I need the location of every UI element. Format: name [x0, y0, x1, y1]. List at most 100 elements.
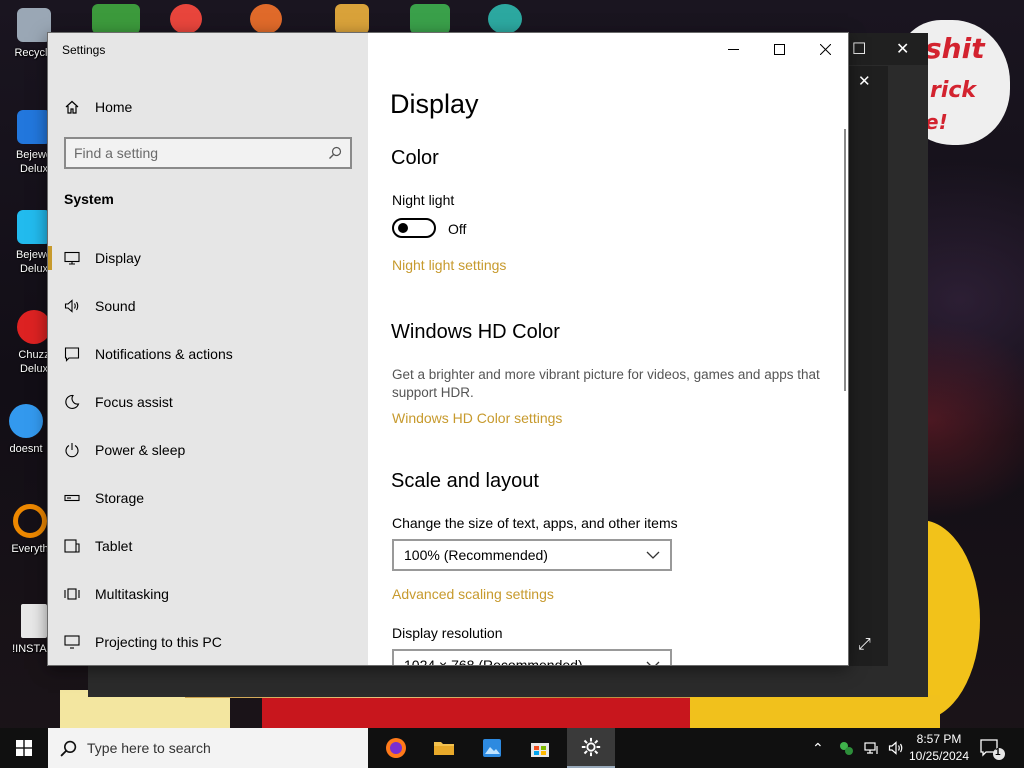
nav-item-focus-assist[interactable]: Focus assist: [48, 378, 368, 426]
file-explorer-icon: [434, 742, 454, 755]
close-icon[interactable]: ✕: [896, 39, 909, 59]
speaker-icon: [64, 298, 80, 314]
expand-icon[interactable]: ⤢: [858, 636, 871, 654]
nav-item-label: Notifications & actions: [95, 346, 233, 362]
tablet-icon: [64, 538, 80, 554]
wallpaper-text: e!: [925, 110, 948, 134]
everything-search-icon: [13, 504, 47, 538]
app-icon: [9, 404, 43, 438]
window-title: Settings: [62, 43, 106, 57]
night-light-settings-link[interactable]: Night light settings: [392, 257, 506, 273]
power-icon: [64, 442, 80, 458]
nav-item-multitasking[interactable]: Multitasking: [48, 570, 368, 618]
nav-item-label: Storage: [95, 490, 145, 506]
nav-item-display[interactable]: Display: [48, 234, 368, 282]
desktop-icon-app[interactable]: [335, 4, 369, 34]
bejeweled-icon: [17, 210, 51, 244]
chevron-down-icon: [646, 551, 660, 559]
taskbar-search-placeholder: Type here to search: [87, 740, 211, 756]
network-app-icon[interactable]: [838, 740, 854, 756]
close-icon: [819, 43, 831, 55]
store-icon: [531, 743, 549, 757]
nav-item-power-sleep[interactable]: Power & sleep: [48, 426, 368, 474]
nav-item-tablet[interactable]: Tablet: [48, 522, 368, 570]
action-center-button[interactable]: 1: [978, 736, 1006, 762]
multitasking-icon: [64, 586, 80, 602]
resolution-dropdown-value: 1024 × 768 (Recommended): [404, 657, 583, 665]
hd-color-settings-link[interactable]: Windows HD Color settings: [392, 410, 562, 426]
taskbar: Type here to search ⌃ 8:57 PM 10/25/2024…: [0, 728, 1024, 768]
close-button[interactable]: [802, 33, 848, 65]
settings-gear-icon: [581, 737, 601, 757]
nav-item-projecting[interactable]: Projecting to this PC: [48, 618, 368, 665]
resolution-dropdown[interactable]: 1024 × 768 (Recommended): [392, 649, 672, 665]
find-setting-input[interactable]: [74, 145, 328, 161]
minimize-button[interactable]: [710, 33, 756, 65]
projector-icon: [64, 634, 80, 650]
content-scrollbar[interactable]: [844, 129, 846, 391]
wallpaper-text: rick: [930, 78, 977, 103]
hd-color-description: Get a brighter and more vibrant picture …: [392, 367, 820, 400]
scale-dropdown[interactable]: 100% (Recommended): [392, 539, 672, 571]
desktop-icon-app[interactable]: [410, 4, 450, 34]
taskbar-clock[interactable]: 8:57 PM 10/25/2024: [904, 731, 974, 765]
taskbar-app-store[interactable]: [516, 728, 564, 768]
minimize-icon: [727, 48, 739, 50]
maximize-icon[interactable]: ☐: [852, 39, 866, 59]
maximize-button[interactable]: [756, 33, 802, 65]
chevron-up-icon[interactable]: ⌃: [812, 740, 824, 757]
wallpaper-text: shit: [925, 32, 985, 65]
advanced-scaling-link[interactable]: Advanced scaling settings: [392, 586, 554, 602]
desktop-icon-users[interactable]: [92, 4, 140, 34]
nav-item-sound[interactable]: Sound: [48, 282, 368, 330]
home-button[interactable]: Home: [64, 96, 354, 118]
document-icon: [21, 604, 47, 638]
nav-item-label: Projecting to this PC: [95, 634, 222, 650]
home-icon: [65, 100, 79, 114]
network-icon[interactable]: [864, 740, 880, 756]
wallpaper-shape: [690, 695, 940, 728]
nav-item-label: Sound: [95, 298, 136, 314]
clock-time: 8:57 PM: [916, 732, 962, 746]
page-title: Display: [390, 89, 479, 119]
scale-label: Change the size of text, apps, and other…: [392, 515, 678, 531]
desktop-icon-app[interactable]: [250, 4, 282, 34]
wallpaper-shape: [262, 698, 692, 728]
hd-color-heading: Windows HD Color: [391, 321, 560, 343]
night-light-toggle[interactable]: [392, 218, 436, 238]
settings-sidebar: Settings Home System Display Sound Notif…: [48, 33, 368, 665]
background-window-controls: ☐ ✕: [838, 33, 928, 65]
resolution-label: Display resolution: [392, 625, 503, 641]
home-label: Home: [95, 99, 133, 115]
nav-item-notifications[interactable]: Notifications & actions: [48, 330, 368, 378]
monitor-icon: [64, 250, 80, 266]
desktop-icon-chrome[interactable]: [170, 4, 202, 34]
notification-icon: [64, 346, 80, 362]
nav-item-label: Focus assist: [95, 394, 173, 410]
find-setting-search[interactable]: [64, 137, 352, 169]
nav-item-storage[interactable]: Storage: [48, 474, 368, 522]
settings-window: Settings Home System Display Sound Notif…: [48, 33, 848, 665]
nav-item-label: Display: [95, 250, 141, 266]
search-icon: [60, 740, 77, 757]
taskbar-app-firefox[interactable]: [372, 728, 420, 768]
close-icon[interactable]: ✕: [858, 72, 871, 90]
scale-layout-heading: Scale and layout: [391, 470, 539, 492]
desktop-icon-app[interactable]: [488, 4, 522, 34]
photos-icon: [483, 739, 501, 757]
taskbar-app-file-explorer[interactable]: [420, 728, 468, 768]
taskbar-app-photos[interactable]: [468, 728, 516, 768]
notification-icon: [980, 739, 1005, 760]
background-window-panel: ✕ ⤢: [848, 66, 888, 666]
taskbar-app-settings[interactable]: [567, 728, 615, 768]
color-heading: Color: [391, 147, 439, 169]
start-button[interactable]: [0, 728, 48, 768]
taskbar-search[interactable]: Type here to search: [48, 728, 368, 768]
window-controls: [710, 33, 848, 65]
section-title: System: [64, 191, 114, 207]
volume-icon[interactable]: [888, 740, 904, 756]
nav-item-label: Multitasking: [95, 586, 169, 602]
chuzzle-icon: [17, 310, 51, 344]
chevron-down-icon: [646, 661, 660, 665]
nav-item-label: Power & sleep: [95, 442, 186, 458]
